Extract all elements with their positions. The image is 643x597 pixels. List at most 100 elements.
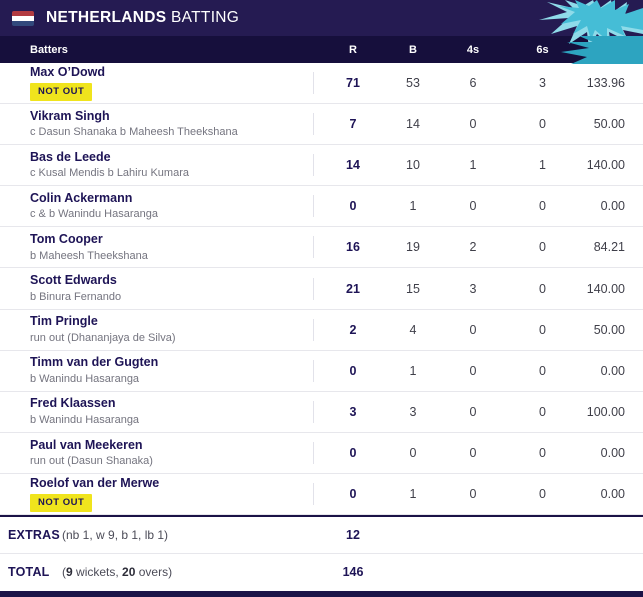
runs-cell: 0 [313, 433, 393, 473]
strike-rate-cell: 0.00 [600, 363, 625, 378]
batter-row: Tim Pringle run out (Dhananjaya de Silva… [0, 309, 643, 351]
batter-name: Colin Ackermann [30, 190, 133, 205]
balls-cell: 4 [409, 322, 417, 337]
balls-cell: 3 [409, 404, 417, 419]
batter-dismissal: b Wanindu Hasaranga [30, 413, 140, 426]
runs-cell: 3 [313, 392, 393, 432]
batter-name: Tim Pringle [30, 314, 98, 329]
batter-dismissal: b Wanindu Hasaranga [30, 372, 140, 385]
batter-name: Fred Klaassen [30, 396, 116, 411]
team-name: NETHERLANDS [46, 9, 167, 26]
scorecard-title-bar: NETHERLANDS BATTING [0, 0, 643, 36]
sixes-cell: 1 [539, 158, 546, 173]
batter-name: Scott Edwards [30, 273, 117, 288]
strike-rate-cell: 50.00 [593, 322, 625, 337]
table-header-row: Batters R B 4s 6s SR [0, 36, 643, 63]
fours-cell: 3 [469, 281, 477, 296]
batter-dismissal: run out (Dasun Shanaka) [30, 455, 153, 468]
batter-row: Colin Ackermann c & b Wanindu Hasaranga … [0, 186, 643, 228]
fours-cell: 0 [469, 199, 477, 214]
not-out-badge: NOT OUT [30, 494, 93, 512]
balls-cell: 15 [406, 281, 420, 296]
batter-dismissal: c Dasun Shanaka b Maheesh Theekshana [30, 126, 238, 139]
batter-name: Roelof van der Merwe [30, 476, 160, 491]
extras-label: EXTRAS [8, 528, 60, 543]
extras-row: EXTRAS (nb 1, w 9, b 1, lb 1) 12 [0, 517, 643, 555]
runs-cell: 14 [313, 145, 393, 185]
fours-cell: 0 [469, 404, 477, 419]
extras-detail: (nb 1, w 9, b 1, lb 1) [62, 528, 169, 543]
strike-rate-cell: 133.96 [586, 76, 625, 91]
runs-cell: 21 [313, 268, 393, 308]
batter-dismissal: run out (Dhananjaya de Silva) [30, 331, 176, 344]
strike-rate-cell: 84.21 [593, 240, 625, 255]
batter-dismissal: b Maheesh Theekshana [30, 249, 148, 262]
balls-cell: 19 [406, 240, 420, 255]
strike-rate-cell: 140.00 [586, 158, 625, 173]
batter-row: Paul van Meekeren run out (Dasun Shanaka… [0, 432, 643, 474]
strike-rate-cell: 140.00 [586, 281, 625, 296]
runs-cell: 71 [313, 63, 393, 103]
batter-dismissal: b Binura Fernando [30, 290, 122, 303]
balls-cell: 10 [406, 158, 420, 173]
strike-rate-cell: 0.00 [600, 445, 625, 460]
runs-cell: 16 [313, 227, 393, 267]
sixes-cell: 3 [539, 76, 546, 91]
batter-row: Tom Cooper b Maheesh Theekshana 16 19 2 … [0, 227, 643, 269]
column-header-sixes: 6s [536, 43, 549, 56]
strike-rate-cell: 0.00 [600, 199, 625, 214]
sixes-cell: 0 [539, 404, 546, 419]
fours-cell: 0 [469, 363, 477, 378]
balls-cell: 1 [409, 486, 417, 501]
batter-row: Fred Klaassen b Wanindu Hasaranga 3 3 0 … [0, 391, 643, 433]
sixes-cell: 0 [539, 363, 546, 378]
batter-row: Bas de Leede c Kusal Mendis b Lahiru Kum… [0, 145, 643, 187]
sixes-cell: 0 [539, 281, 546, 296]
total-row: TOTAL (9 wickets, 20 overs) 146 [0, 554, 643, 590]
total-value: 146 [342, 565, 364, 580]
balls-cell: 1 [409, 199, 417, 214]
balls-cell: 14 [406, 117, 420, 132]
column-header-batters: Batters [30, 43, 68, 56]
fours-cell: 0 [469, 486, 477, 501]
batter-name: Vikram Singh [30, 108, 110, 123]
batter-row: Max O’Dowd NOT OUT 71 53 6 3 133.96 [0, 63, 643, 105]
sixes-cell: 0 [539, 322, 546, 337]
runs-cell: 0 [313, 351, 393, 391]
column-header-balls: B [409, 43, 417, 56]
batter-name: Bas de Leede [30, 149, 111, 164]
total-detail: (9 wickets, 20 overs) [62, 565, 173, 580]
netherlands-flag-icon [12, 10, 34, 26]
batter-row: Timm van der Gugten b Wanindu Hasaranga … [0, 350, 643, 392]
extras-value: 12 [346, 528, 360, 543]
column-header-fours: 4s [466, 43, 480, 56]
batter-name: Timm van der Gugten [30, 355, 159, 370]
sixes-cell: 0 [539, 199, 546, 214]
batter-name: Max O’Dowd [30, 65, 106, 80]
runs-cell: 0 [313, 474, 393, 514]
batter-row: Vikram Singh c Dasun Shanaka b Maheesh T… [0, 104, 643, 146]
balls-cell: 0 [409, 445, 417, 460]
balls-cell: 1 [409, 363, 417, 378]
batter-dismissal: c Kusal Mendis b Lahiru Kumara [30, 167, 189, 180]
total-label: TOTAL [8, 565, 50, 580]
batter-dismissal: c & b Wanindu Hasaranga [30, 208, 158, 221]
strike-rate-cell: 0.00 [600, 486, 625, 501]
fours-cell: 0 [469, 445, 477, 460]
fours-cell: 0 [469, 322, 477, 337]
section-name: BATTING [166, 9, 240, 26]
sixes-cell: 0 [539, 240, 546, 255]
fours-cell: 1 [469, 158, 477, 173]
batter-row: Roelof van der Merwe NOT OUT 0 1 0 0 0.0… [0, 473, 643, 516]
strike-rate-cell: 100.00 [586, 404, 625, 419]
runs-cell: 7 [313, 104, 393, 144]
fours-cell: 0 [469, 117, 477, 132]
runs-cell: 0 [313, 186, 393, 226]
sixes-cell: 0 [539, 486, 546, 501]
runs-cell: 2 [313, 310, 393, 350]
sixes-cell: 0 [539, 117, 546, 132]
batter-name: Tom Cooper [30, 232, 103, 247]
bottom-bar [0, 591, 643, 597]
column-header-runs: R [349, 43, 357, 56]
sixes-cell: 0 [539, 445, 546, 460]
